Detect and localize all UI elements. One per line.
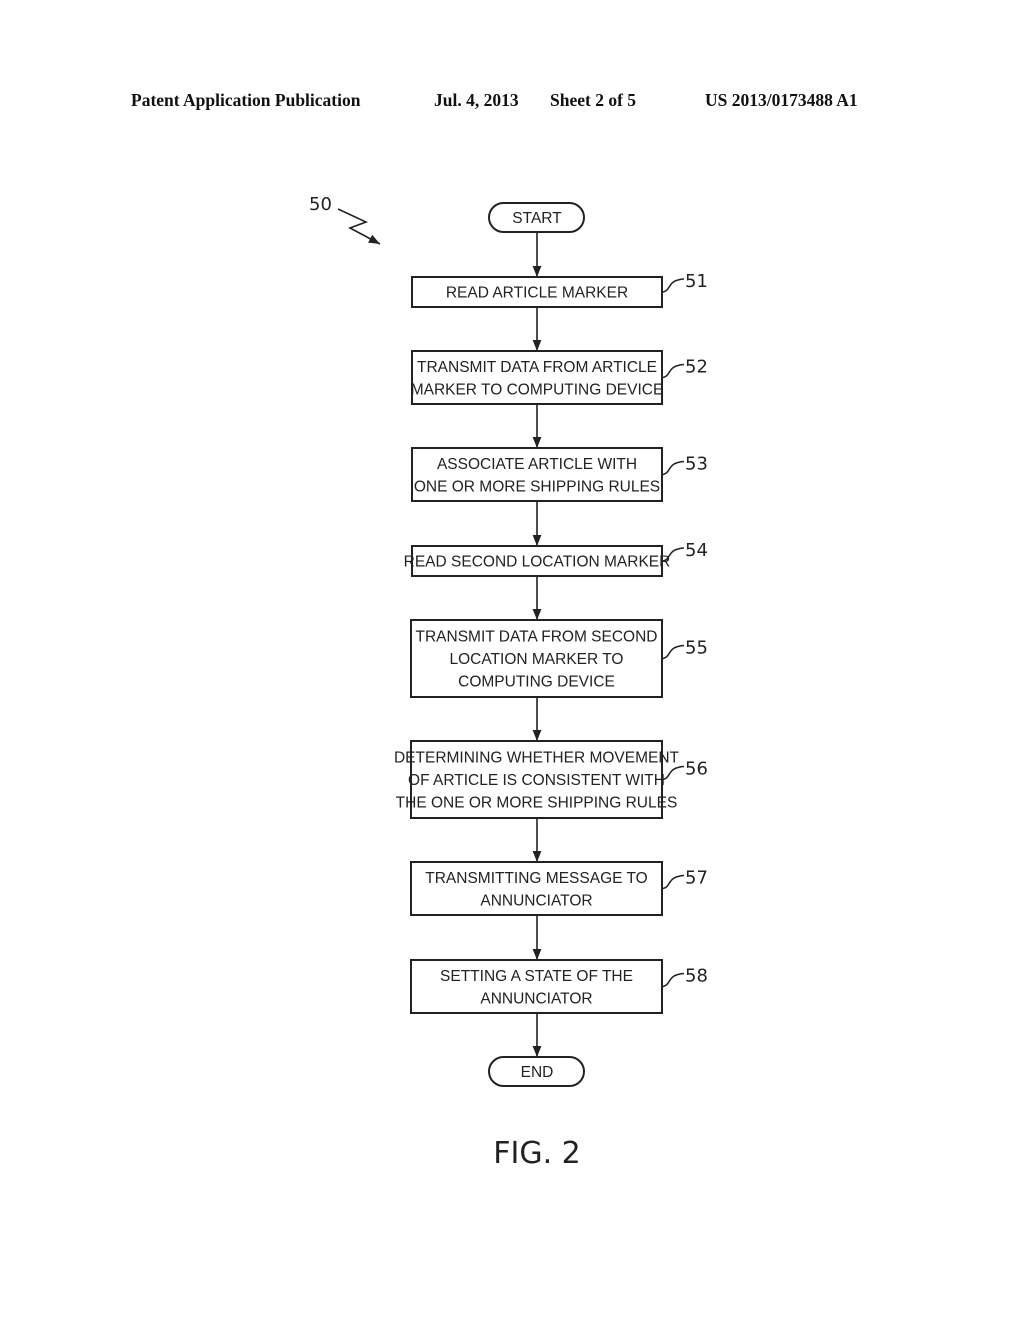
step-reference-number: 51 xyxy=(685,271,708,292)
process-step-57: TRANSMITTING MESSAGE TO ANNUNCIATOR 57 xyxy=(410,861,708,916)
step-text-line: ANNUNCIATOR xyxy=(480,990,592,1007)
step-text-line: THE ONE OR MORE SHIPPING RULES xyxy=(396,795,678,812)
figure-label: FIG. 2 xyxy=(493,1136,581,1171)
leader-line-icon xyxy=(661,644,685,660)
step-text-line: SETTING A STATE OF THE xyxy=(440,968,633,985)
step-reference-number: 57 xyxy=(685,868,708,889)
step-text-line: COMPUTING DEVICE xyxy=(458,674,615,691)
process-step-56: DETERMINING WHETHER MOVEMENT OF ARTICLE I… xyxy=(394,740,708,819)
flowchart: 50 START END READ ARTICLE MARKER 51 TRANSM… xyxy=(309,194,708,1171)
leader-line-icon xyxy=(661,765,685,781)
start-terminal: START xyxy=(488,202,585,233)
step-text-line: ASSOCIATE ARTICLE WITH xyxy=(437,456,637,473)
leader-line-icon xyxy=(661,460,685,476)
process-step-52: TRANSMIT DATA FROM ARTICLE MARKER TO COMP… xyxy=(411,350,708,405)
reference-arrow-icon xyxy=(337,208,381,245)
step-text-line: DETERMINING WHETHER MOVEMENT xyxy=(394,750,680,767)
step-text-line: ANNUNCIATOR xyxy=(480,892,592,909)
step-text-line: TRANSMITTING MESSAGE TO xyxy=(425,870,647,887)
step-reference-number: 58 xyxy=(685,966,708,987)
step-text-line: LOCATION MARKER TO xyxy=(450,651,624,668)
step-text-line: TRANSMIT DATA FROM ARTICLE xyxy=(417,359,657,376)
step-reference-number: 56 xyxy=(685,759,708,780)
step-text-line: OF ARTICLE IS CONSISTENT WITH xyxy=(408,772,665,789)
step-reference-number: 52 xyxy=(685,357,708,378)
step-text-line: ONE OR MORE SHIPPING RULES xyxy=(414,478,660,495)
step-text-line: MARKER TO COMPUTING DEVICE xyxy=(411,381,664,398)
leader-line-icon xyxy=(661,972,685,988)
diagram-reference-label: 50 xyxy=(309,194,332,215)
step-text-line: READ ARTICLE MARKER xyxy=(446,285,628,302)
step-reference-number: 54 xyxy=(685,540,708,561)
step-text-line: TRANSMIT DATA FROM SECOND xyxy=(416,629,658,646)
leader-line-icon xyxy=(661,874,685,890)
leader-line-icon xyxy=(661,363,685,379)
process-step-54: READ SECOND LOCATION MARKER 54 xyxy=(404,540,708,577)
process-step-53: ASSOCIATE ARTICLE WITH ONE OR MORE SHIPPI… xyxy=(411,447,708,502)
end-label: END xyxy=(521,1064,554,1081)
step-reference-number: 55 xyxy=(685,638,708,659)
step-text-line: READ SECOND LOCATION MARKER xyxy=(404,554,671,571)
end-terminal: END xyxy=(488,1056,585,1087)
process-step-55: TRANSMIT DATA FROM SECOND LOCATION MARKER… xyxy=(410,619,708,698)
start-label: START xyxy=(512,210,562,227)
process-step-51: READ ARTICLE MARKER 51 xyxy=(411,271,708,308)
process-step-58: SETTING A STATE OF THE ANNUNCIATOR 58 xyxy=(410,959,708,1014)
leader-line-icon xyxy=(661,278,685,293)
step-reference-number: 53 xyxy=(685,454,708,475)
